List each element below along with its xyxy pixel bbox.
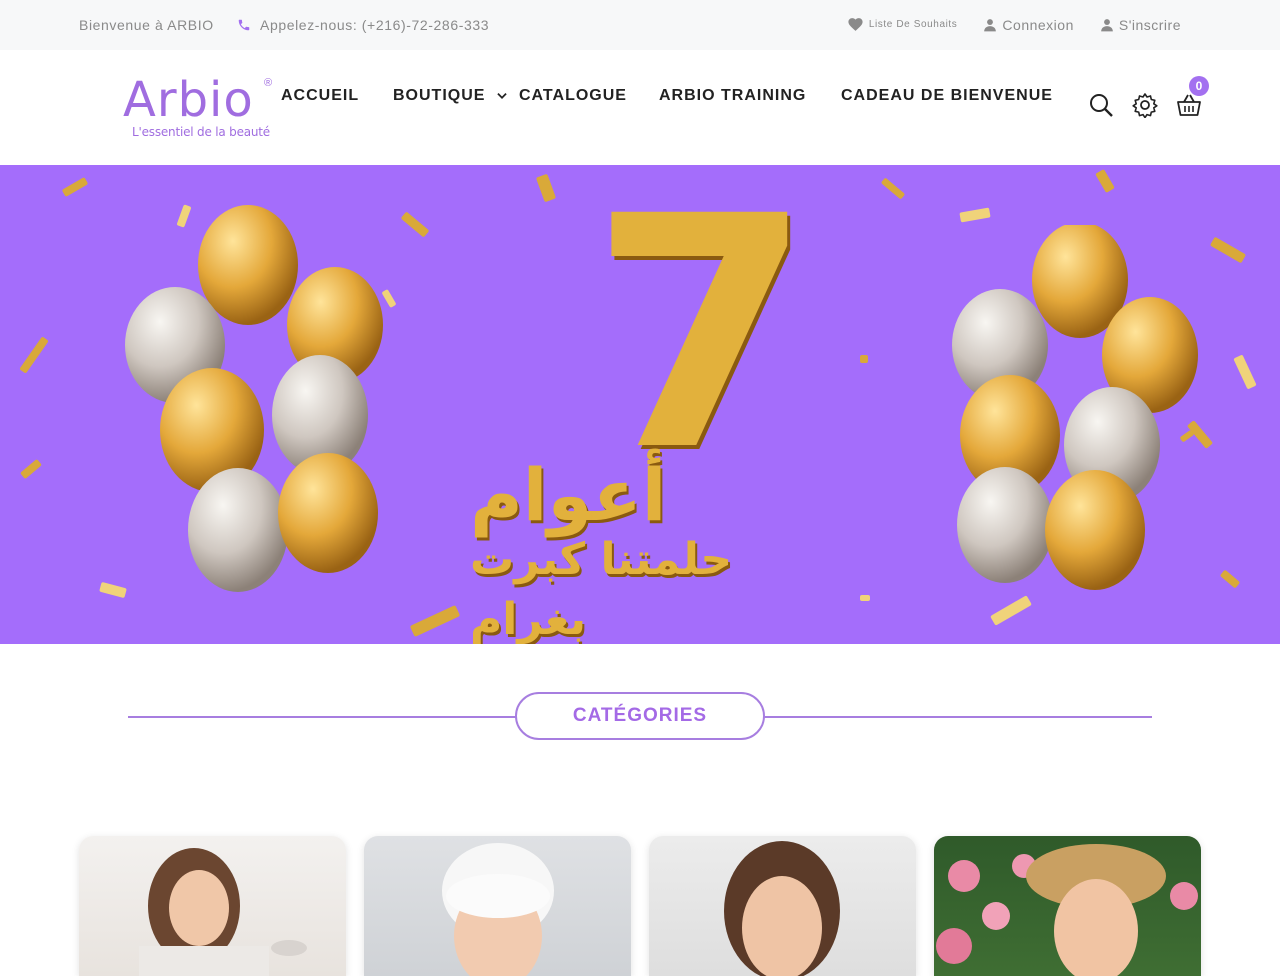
balloons-left-image — [125, 205, 383, 592]
gear-icon — [1132, 93, 1158, 119]
section-divider-left — [128, 716, 518, 718]
category-card[interactable] — [79, 836, 346, 976]
login-label: Connexion — [1002, 16, 1074, 33]
hero-banner[interactable]: 7 أعوام حلمتنا كبرت بغرام — [0, 165, 1280, 644]
search-icon — [1090, 94, 1113, 117]
anniversary-number: 7 — [590, 165, 813, 521]
search-button[interactable] — [1088, 92, 1114, 123]
cart-button[interactable] — [1176, 92, 1202, 123]
category-card[interactable] — [649, 836, 916, 976]
user-icon — [984, 18, 997, 31]
phone-link[interactable]: Appelez-nous: (+216)-72-286-333 — [237, 17, 489, 33]
confetti-piece — [61, 177, 89, 197]
confetti-piece — [20, 458, 42, 480]
phone-text: Appelez-nous: (+216)-72-286-333 — [260, 17, 490, 33]
confetti-piece — [1095, 168, 1115, 194]
register-label: S'inscrire — [1118, 16, 1181, 33]
anniversary-subline: حلمتنا كبرت بغرام — [470, 534, 733, 644]
confetti-piece — [959, 207, 991, 223]
settings-button[interactable] — [1132, 92, 1158, 123]
confetti-piece — [880, 177, 906, 200]
registered-mark: ® — [264, 77, 273, 89]
confetti-piece — [19, 336, 49, 374]
heart-icon — [848, 18, 863, 31]
confetti-piece — [409, 604, 461, 638]
wishlist-link[interactable]: Liste De Souhaits — [847, 16, 958, 33]
section-divider-right — [762, 716, 1152, 718]
top-bar: Bienvenue à ARBIO Appelez-nous: (+216)-7… — [0, 0, 1280, 50]
category-image — [442, 843, 554, 976]
logo-brand: Arbio — [123, 72, 254, 128]
phone-icon — [238, 19, 250, 31]
nav-catalogue[interactable]: CATALOGUE — [519, 87, 627, 105]
nav-boutique[interactable]: BOUTIQUE — [393, 87, 509, 105]
site-logo[interactable]: Arbio ® L'essentiel de la beauté — [123, 75, 275, 141]
main-header: Arbio ® L'essentiel de la beauté ACCUEIL… — [0, 50, 1280, 165]
nav-cadeau[interactable]: CADEAU DE BIENVENUE — [841, 87, 1053, 105]
balloons-right-image — [952, 225, 1198, 590]
category-card[interactable] — [934, 836, 1201, 976]
user-icon — [1101, 18, 1113, 31]
categories-title: CATÉGORIES — [515, 692, 765, 740]
category-image — [724, 841, 840, 976]
confetti-piece — [1233, 354, 1257, 390]
confetti-piece — [1209, 236, 1247, 264]
cart-count-badge: 0 — [1189, 76, 1209, 96]
wishlist-label: Liste De Souhaits — [868, 19, 958, 30]
register-link[interactable]: S'inscrire — [1100, 17, 1181, 33]
welcome-text: Bienvenue à ARBIO — [79, 17, 214, 33]
confetti-piece — [535, 173, 557, 203]
category-card[interactable] — [364, 836, 631, 976]
nav-boutique-label: BOUTIQUE — [393, 87, 486, 104]
nav-arbio-training[interactable]: ARBIO TRAINING — [659, 87, 806, 105]
login-link[interactable]: Connexion — [983, 17, 1073, 33]
category-image — [936, 844, 1198, 976]
confetti-piece — [860, 595, 870, 601]
anniversary-headline: أعوام — [470, 453, 667, 537]
chevron-down-icon — [497, 92, 507, 99]
category-image — [139, 848, 307, 976]
logo-tagline: L'essentiel de la beauté — [132, 125, 270, 139]
confetti-piece — [860, 355, 868, 363]
nav-accueil[interactable]: ACCUEIL — [281, 87, 359, 105]
confetti-piece — [1219, 569, 1241, 589]
